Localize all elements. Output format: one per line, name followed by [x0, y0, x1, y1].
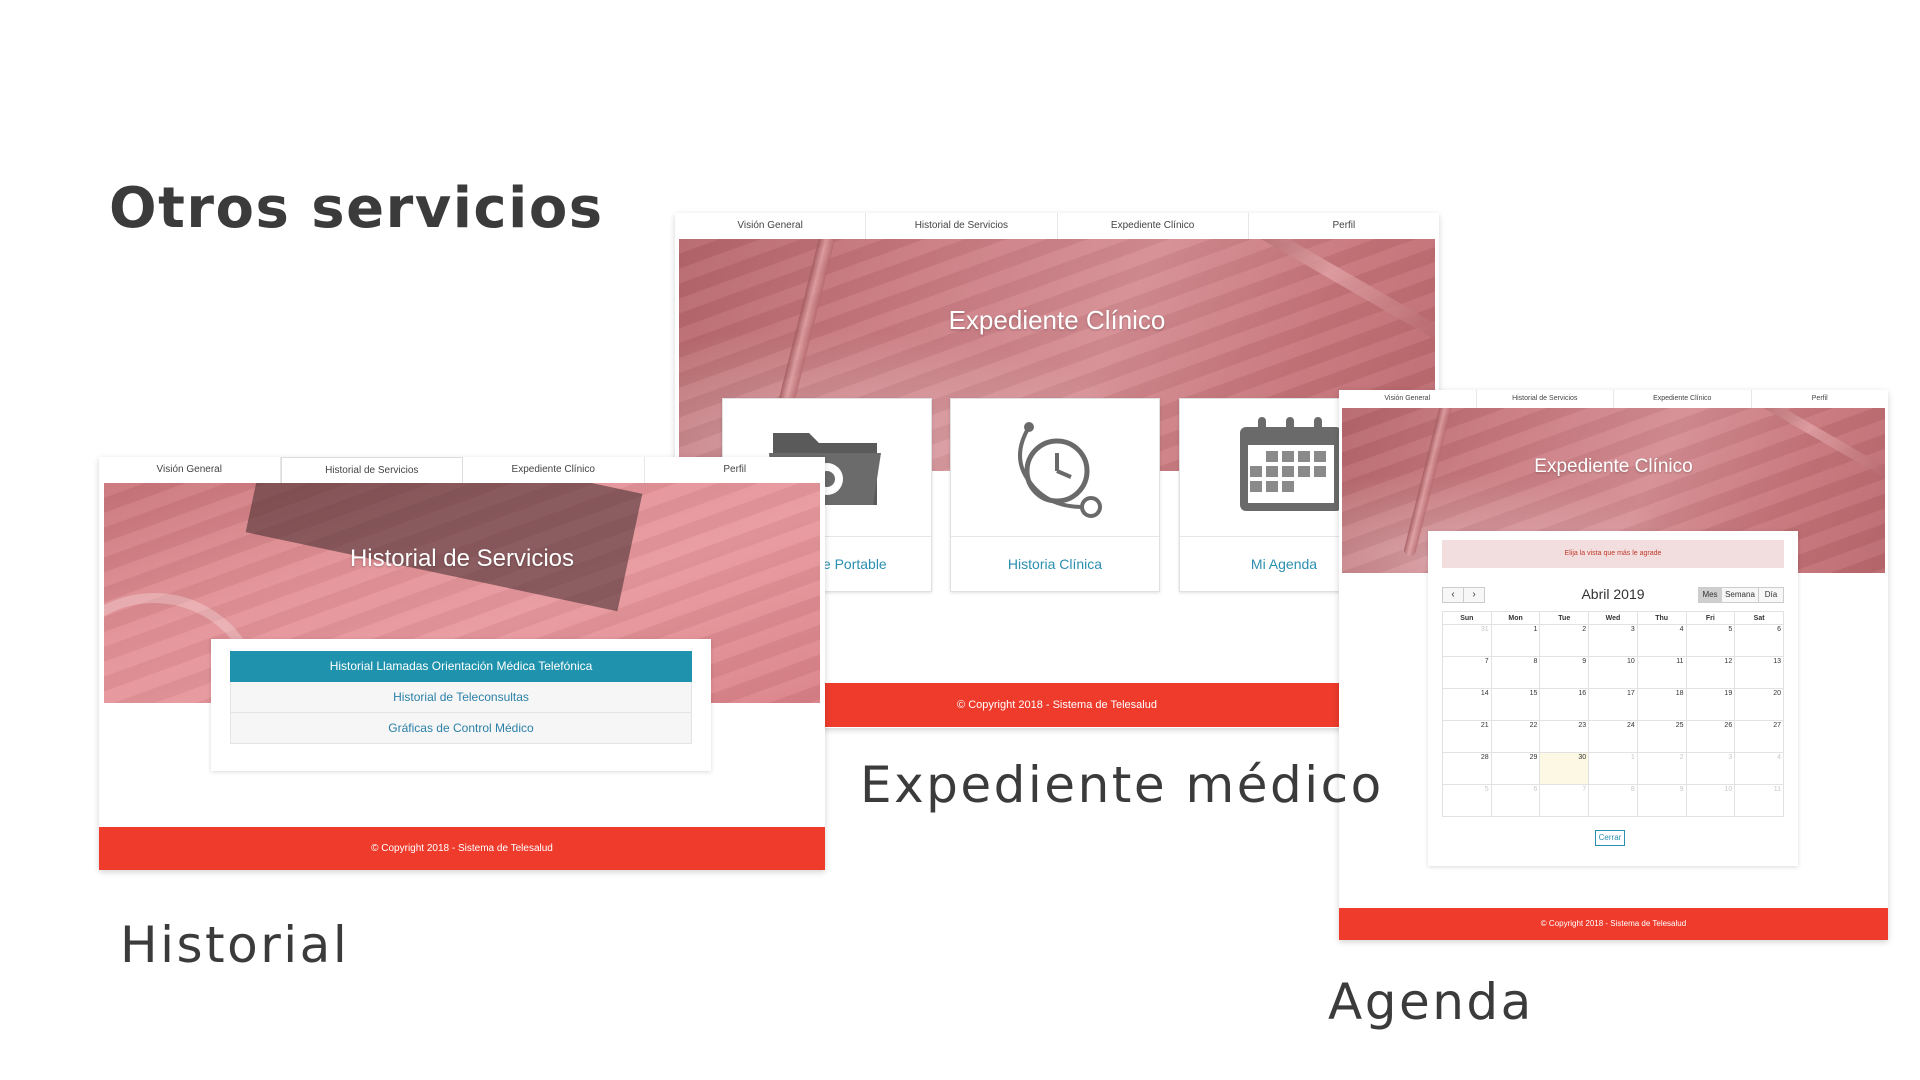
list-item-teleconsultas[interactable]: Historial de Teleconsultas: [230, 682, 692, 713]
day-cell[interactable]: 17: [1588, 688, 1638, 721]
weekday-header: Wed: [1588, 611, 1638, 625]
day-cell[interactable]: 6: [1490, 784, 1541, 817]
day-cell[interactable]: 21: [1442, 720, 1492, 753]
day-cell[interactable]: 19: [1685, 688, 1736, 721]
day-cell[interactable]: 1: [1588, 752, 1638, 785]
day-cell[interactable]: 2: [1539, 624, 1590, 657]
day-cell[interactable]: 28: [1442, 752, 1492, 785]
nav-tabs: Visión General Historial de Servicios Ex…: [1339, 390, 1888, 408]
nav-tabs: Visión General Historial de Servicios Ex…: [99, 457, 825, 483]
calendar-panel: Elija la vista que más le agrade ‹ › Abr…: [1428, 531, 1798, 866]
hero-title: Expediente Clínico: [948, 305, 1166, 335]
day-cell[interactable]: 6: [1734, 624, 1784, 657]
tab-vision-general[interactable]: Visión General: [1339, 390, 1477, 408]
tab-perfil[interactable]: Perfil: [645, 457, 826, 483]
card-historia-clinica[interactable]: Historia Clínica: [950, 398, 1160, 592]
stethoscope-clock-icon: [999, 411, 1111, 523]
footer: © Copyright 2018 - Sistema de Telesalud: [99, 827, 825, 870]
day-cell[interactable]: 10: [1588, 656, 1638, 689]
list-item-llamadas[interactable]: Historial Llamadas Orientación Médica Te…: [230, 651, 692, 682]
weekday-header: Sun: [1442, 611, 1492, 625]
day-cell[interactable]: 29: [1490, 752, 1541, 785]
day-cell[interactable]: 7: [1539, 784, 1590, 817]
day-cell[interactable]: 1: [1490, 624, 1541, 657]
day-cell[interactable]: 10: [1685, 784, 1736, 817]
day-cell[interactable]: 18: [1636, 688, 1687, 721]
day-cell[interactable]: 20: [1734, 688, 1784, 721]
slide-title: Otros servicios: [109, 176, 604, 241]
footer: © Copyright 2018 - Sistema de Telesalud: [1339, 908, 1888, 940]
tab-expediente-clinico[interactable]: Expediente Clínico: [1058, 213, 1249, 239]
tab-perfil[interactable]: Perfil: [1752, 390, 1889, 408]
tab-vision-general[interactable]: Visión General: [675, 213, 867, 239]
day-cell[interactable]: 5: [1442, 784, 1492, 817]
day-cell[interactable]: 4: [1636, 624, 1687, 657]
list-item-graficas[interactable]: Gráficas de Control Médico: [230, 713, 692, 744]
tab-historial-servicios[interactable]: Historial de Servicios: [280, 457, 463, 483]
day-cell-today[interactable]: 30: [1539, 752, 1590, 785]
weekday-header: Mon: [1490, 611, 1541, 625]
view-week-button[interactable]: Semana: [1721, 587, 1759, 603]
view-day-button[interactable]: Día: [1758, 587, 1784, 603]
day-cell[interactable]: 25: [1636, 720, 1687, 753]
nav-tabs: Visión General Historial de Servicios Ex…: [675, 213, 1439, 239]
tab-perfil[interactable]: Perfil: [1249, 213, 1439, 239]
calendar-alert: Elija la vista que más le agrade: [1442, 540, 1784, 568]
day-cell[interactable]: 24: [1588, 720, 1638, 753]
tab-vision-general[interactable]: Visión General: [99, 457, 281, 483]
day-cell[interactable]: 3: [1685, 752, 1736, 785]
caption-agenda: Agenda: [1328, 973, 1534, 1031]
hero-title: Expediente Clínico: [1534, 456, 1693, 477]
day-cell[interactable]: 13: [1734, 656, 1784, 689]
tab-expediente-clinico[interactable]: Expediente Clínico: [1614, 390, 1752, 408]
day-cell[interactable]: 22: [1490, 720, 1541, 753]
close-button[interactable]: Cerrar: [1595, 830, 1625, 846]
day-cell[interactable]: 3: [1588, 624, 1638, 657]
calendar-icon: [1236, 411, 1346, 515]
tab-expediente-clinico[interactable]: Expediente Clínico: [463, 457, 645, 483]
caption-historial: Historial: [120, 916, 350, 974]
day-cell[interactable]: 8: [1588, 784, 1638, 817]
weekday-header: Tue: [1539, 611, 1590, 625]
day-cell[interactable]: 11: [1734, 784, 1784, 817]
day-cell[interactable]: 9: [1539, 656, 1590, 689]
day-cell[interactable]: 15: [1490, 688, 1541, 721]
card-label: Historia Clínica: [951, 536, 1159, 591]
historial-list-panel: Historial Llamadas Orientación Médica Te…: [211, 639, 711, 771]
agenda-screenshot: Visión General Historial de Servicios Ex…: [1339, 390, 1888, 940]
day-cell[interactable]: 9: [1636, 784, 1687, 817]
weekday-header: Sat: [1734, 611, 1784, 625]
day-cell[interactable]: 31: [1442, 624, 1492, 657]
day-cell[interactable]: 16: [1539, 688, 1590, 721]
tab-historial-servicios[interactable]: Historial de Servicios: [1477, 390, 1614, 408]
day-cell[interactable]: 4: [1734, 752, 1784, 785]
day-cell[interactable]: 11: [1636, 656, 1687, 689]
day-cell[interactable]: 23: [1539, 720, 1590, 753]
day-cell[interactable]: 7: [1442, 656, 1492, 689]
day-cell[interactable]: 5: [1685, 624, 1736, 657]
tab-historial-servicios[interactable]: Historial de Servicios: [866, 213, 1058, 239]
historial-screenshot: Visión General Historial de Servicios Ex…: [99, 457, 825, 870]
caption-expediente: Expediente médico: [860, 756, 1384, 814]
day-cell[interactable]: 12: [1685, 656, 1736, 689]
day-cell[interactable]: 8: [1490, 656, 1541, 689]
view-month-button[interactable]: Mes: [1698, 587, 1722, 603]
calendar-grid: Sun Mon Tue Wed Thu Fri Sat 31 1 2 3 4 5: [1442, 611, 1784, 817]
weekday-header: Fri: [1685, 611, 1736, 625]
hero-title: Historial de Servicios: [349, 545, 575, 572]
weekday-header: Thu: [1636, 611, 1687, 625]
day-cell[interactable]: 27: [1734, 720, 1784, 753]
day-cell[interactable]: 2: [1636, 752, 1687, 785]
day-cell[interactable]: 26: [1685, 720, 1736, 753]
day-cell[interactable]: 14: [1442, 688, 1492, 721]
